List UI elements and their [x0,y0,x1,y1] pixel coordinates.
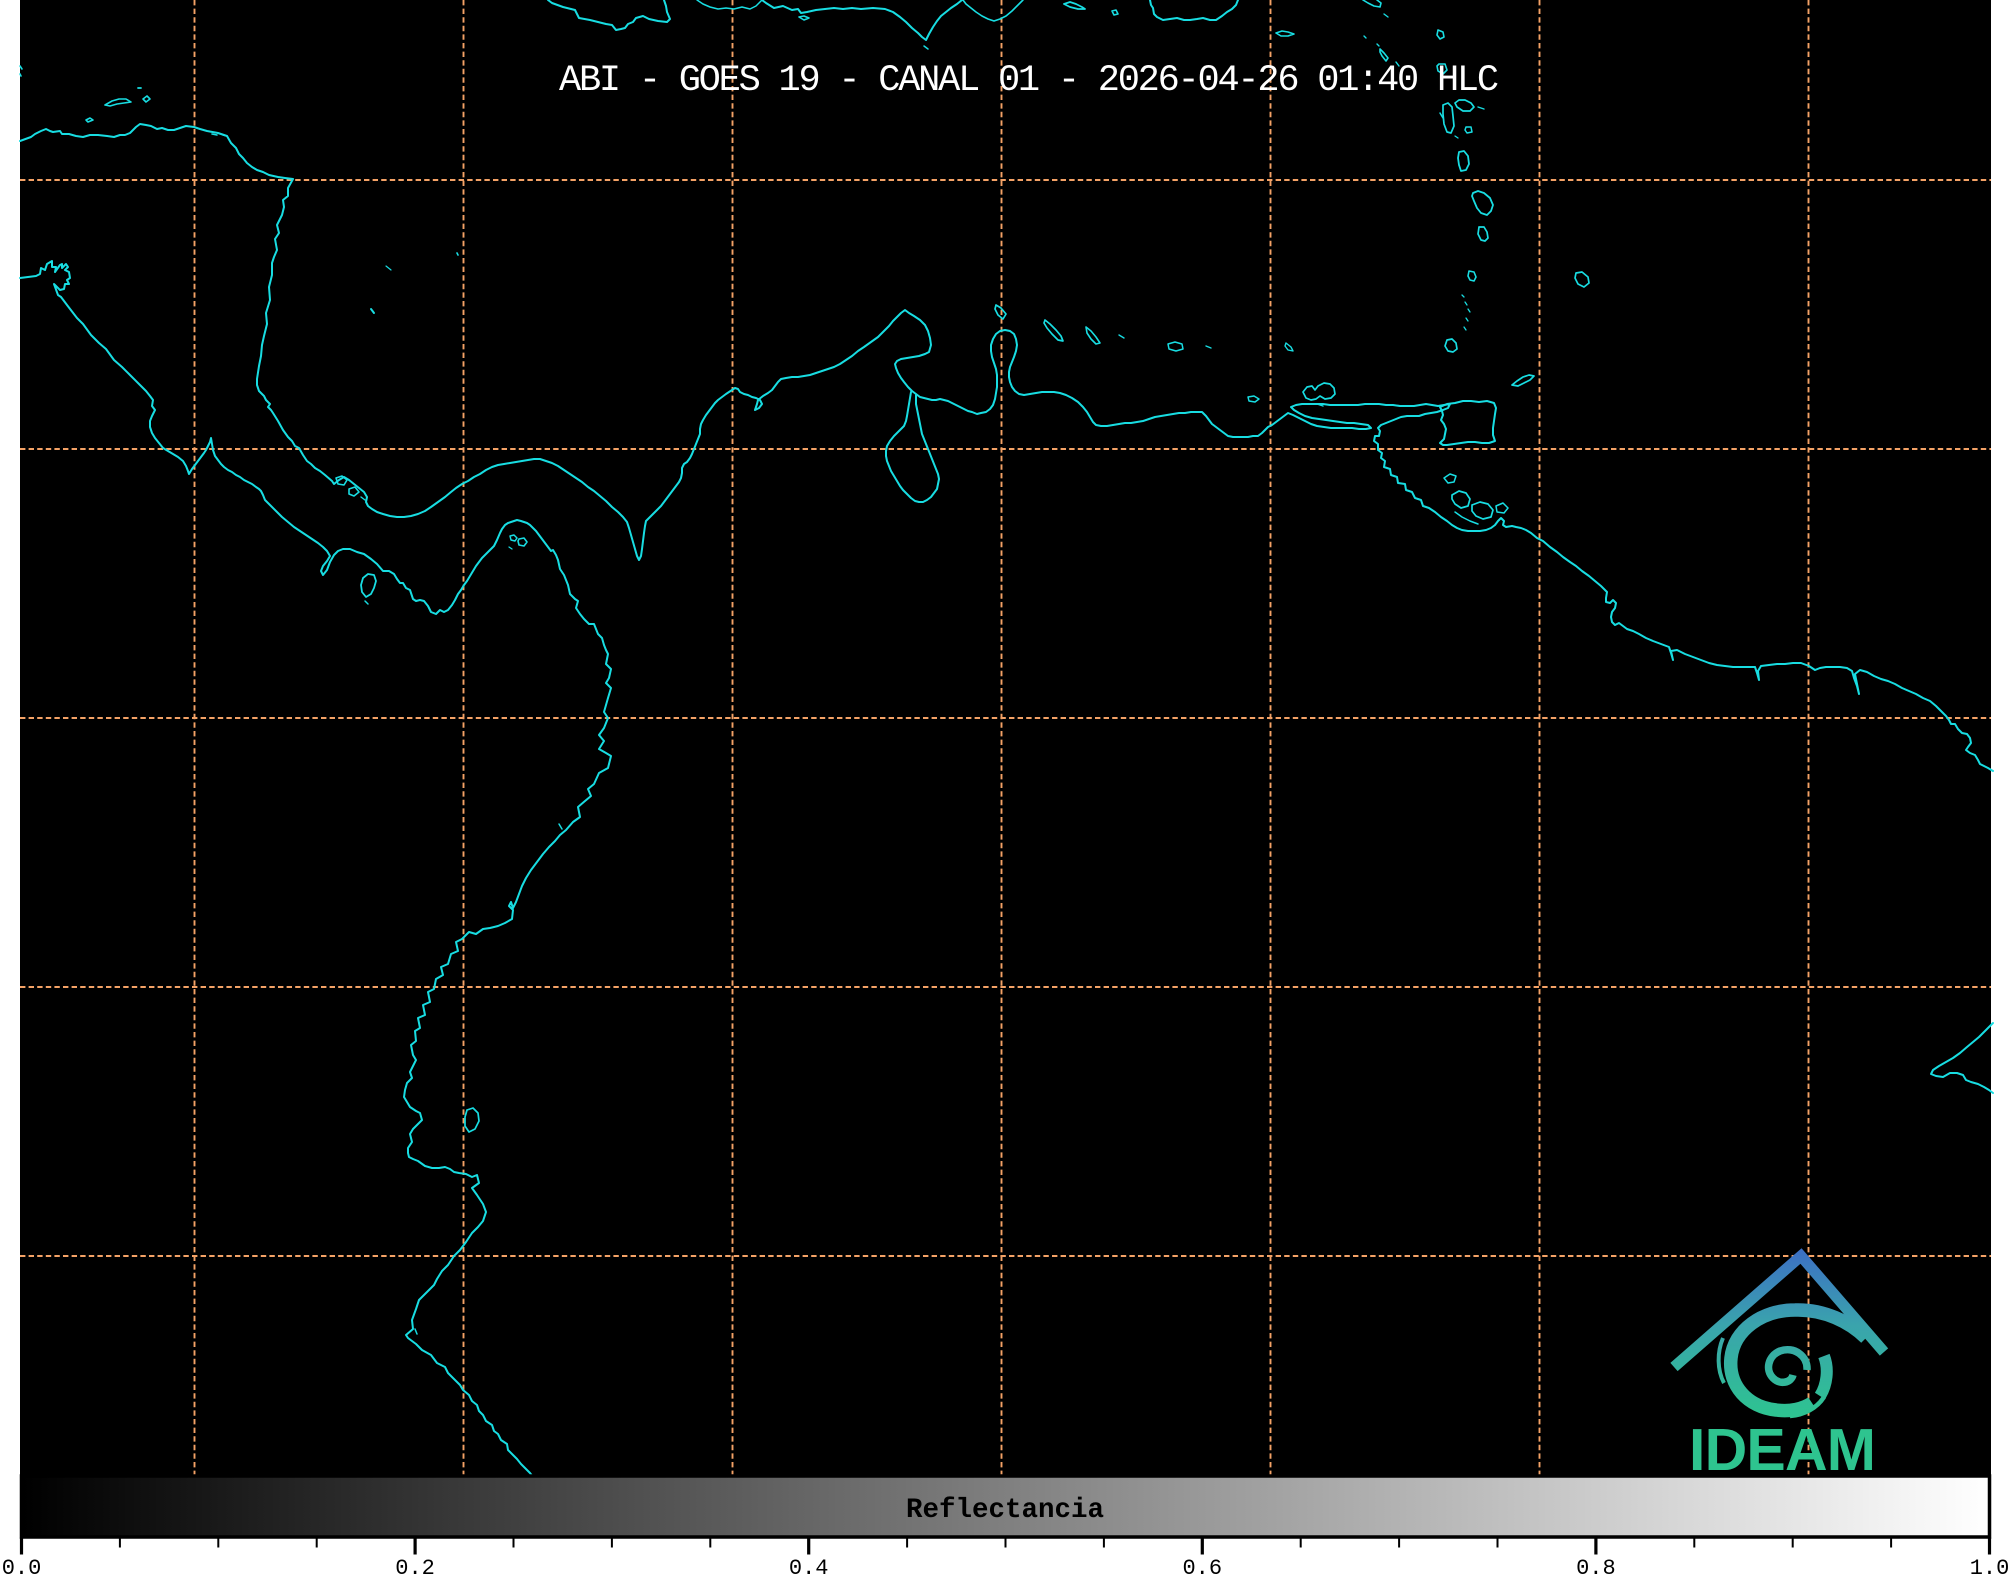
svg-text:0.6: 0.6 [1182,1556,1222,1577]
svg-text:0.4: 0.4 [789,1556,829,1577]
svg-text:IDEAM: IDEAM [1689,1417,1875,1483]
svg-text:Reflectancia: Reflectancia [906,1495,1104,1526]
svg-text:1.0: 1.0 [1970,1556,2010,1577]
svg-text:0.0: 0.0 [2,1556,42,1577]
svg-text:ABI - GOES 19 - CANAL 01 - 202: ABI - GOES 19 - CANAL 01 - 2026-04-26 01… [559,60,1498,102]
svg-text:0.2: 0.2 [395,1556,435,1577]
svg-text:0.8: 0.8 [1576,1556,1616,1577]
